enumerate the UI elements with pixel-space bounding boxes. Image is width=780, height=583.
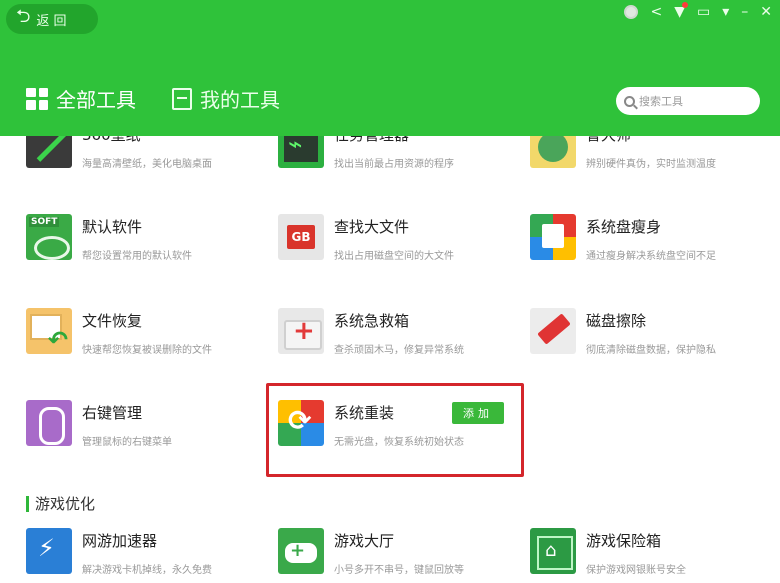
tool-name: 任务管理器	[334, 136, 454, 145]
share-icon[interactable]: <	[650, 4, 662, 20]
tool-desc: 通过瘦身解决系统盘空间不足	[586, 251, 716, 262]
tool-wallpaper[interactable]: 360壁纸 海量高清壁纸，美化电脑桌面	[26, 136, 266, 182]
app-header: ⮌ 返 回 < ▼ ▭ ▾ – ✕ 全部工具 我的工具 搜索工具	[0, 0, 780, 136]
soft-icon-text: SOFT	[29, 217, 60, 227]
tool-name: 查找大文件	[334, 218, 410, 236]
disk-slim-icon	[530, 214, 576, 260]
tool-master-lu[interactable]: 鲁大师 辨别硬件真伪，实时监测温度	[530, 136, 770, 182]
tool-desc: 辨别硬件真伪，实时监测温度	[586, 159, 716, 170]
tab-label: 我的工具	[200, 88, 280, 112]
user-avatar-icon[interactable]	[624, 5, 639, 19]
tool-desc: 小号多开不串号，键鼠回放等	[334, 565, 464, 576]
shirt-skin-icon[interactable]: ▼	[674, 2, 688, 20]
search-placeholder: 搜索工具	[639, 95, 683, 108]
tool-desc: 帮您设置常用的默认软件	[82, 251, 192, 262]
tool-list: 360壁纸 海量高清壁纸，美化电脑桌面 任务管理器 找出当前最占用资源的程序 鲁…	[0, 136, 780, 583]
tool-desc: 海量高清壁纸，美化电脑桌面	[82, 159, 212, 170]
file-recover-icon	[26, 308, 72, 354]
tool-find-large-files[interactable]: GB 查找大文件 找出占用磁盘空间的大文件	[278, 214, 518, 274]
tab-label: 全部工具	[56, 88, 136, 112]
tool-game-safe[interactable]: 游戏保险箱 保护游戏网银账号安全	[530, 528, 770, 583]
tool-system-rescue[interactable]: 系统急救箱 查杀顽固木马，修复异常系统	[278, 308, 518, 368]
tool-desc: 快速帮您恢复被误删除的文件	[82, 345, 212, 356]
back-button-label: 返 回	[36, 13, 67, 29]
back-arrow-icon: ⮌	[16, 6, 31, 27]
tool-name: 游戏保险箱	[586, 532, 662, 550]
tool-disk-erase[interactable]: 磁盘擦除 彻底清除磁盘数据，保护隐私	[530, 308, 770, 368]
paint-brush-icon	[26, 136, 72, 168]
search-icon	[624, 95, 635, 107]
safe-box-icon	[530, 528, 576, 574]
tool-game-accelerator[interactable]: 网游加速器 解决游戏卡机掉线，永久免费	[26, 528, 266, 583]
tool-desc: 彻底清除磁盘数据，保护隐私	[586, 345, 716, 356]
tool-name: 鲁大师	[586, 136, 716, 145]
tool-default-software[interactable]: SOFT 默认软件 帮您设置常用的默认软件	[26, 214, 266, 274]
gb-file-icon: GB	[278, 214, 324, 260]
tool-name: 游戏大厅	[334, 532, 395, 550]
toolbox-icon	[172, 87, 192, 110]
dropdown-icon[interactable]: ▾	[722, 4, 729, 20]
close-icon[interactable]: ✕	[760, 4, 772, 20]
tool-name: 磁盘擦除	[586, 312, 647, 330]
soft-icon: SOFT	[26, 214, 72, 260]
tool-name: 右键管理	[82, 404, 143, 422]
notification-dot	[682, 2, 688, 8]
tool-desc: 找出当前最占用资源的程序	[334, 159, 454, 170]
window-controls: < ▼ ▭ ▾ – ✕	[624, 2, 772, 20]
add-button[interactable]: 添加	[452, 402, 504, 424]
mouse-icon	[26, 400, 72, 446]
gb-icon-text: GB	[287, 225, 315, 249]
eraser-icon	[530, 308, 576, 354]
tool-system-disk-slim[interactable]: 系统盘瘦身 通过瘦身解决系统盘空间不足	[530, 214, 770, 274]
tool-right-click-manager[interactable]: 右键管理 管理鼠标的右键菜单	[26, 400, 266, 460]
tool-task-manager[interactable]: 任务管理器 找出当前最占用资源的程序	[278, 136, 518, 182]
tool-game-hall[interactable]: 游戏大厅 小号多开不串号，键鼠回放等	[278, 528, 518, 583]
top-nav: 全部工具 我的工具	[26, 84, 280, 113]
section-marker	[26, 495, 29, 512]
grid-icon	[26, 87, 48, 110]
master-lu-icon	[530, 136, 576, 168]
tab-my-tools[interactable]: 我的工具	[172, 84, 280, 113]
lightning-icon	[26, 528, 72, 574]
tool-desc: 解决游戏卡机掉线，永久免费	[82, 565, 212, 576]
task-monitor-icon	[278, 136, 324, 168]
tool-name: 系统盘瘦身	[586, 218, 662, 236]
tool-file-recovery[interactable]: 文件恢复 快速帮您恢复被误删除的文件	[26, 308, 266, 368]
back-button[interactable]: ⮌ 返 回	[6, 4, 98, 34]
tool-name: 网游加速器	[82, 532, 158, 550]
minimize-icon[interactable]: –	[741, 4, 748, 20]
tool-desc: 管理鼠标的右键菜单	[82, 437, 172, 448]
menu-icon[interactable]: ▭	[697, 4, 710, 20]
tool-name: 文件恢复	[82, 312, 143, 330]
tool-desc: 查杀顽固木马，修复异常系统	[334, 345, 464, 356]
tool-name: 系统急救箱	[334, 312, 410, 330]
gamepad-icon	[278, 528, 324, 574]
tab-all-tools[interactable]: 全部工具	[26, 84, 136, 113]
tool-name: 默认软件	[82, 218, 143, 236]
highlight-box	[266, 383, 524, 477]
tool-desc: 保护游戏网银账号安全	[586, 565, 686, 576]
first-aid-icon	[278, 308, 324, 354]
search-input[interactable]: 搜索工具	[616, 87, 760, 115]
section-game-optimization: 游戏优化	[26, 493, 95, 514]
tool-desc: 找出占用磁盘空间的大文件	[334, 251, 454, 262]
section-title: 游戏优化	[35, 495, 96, 513]
tool-name: 360壁纸	[82, 136, 212, 145]
